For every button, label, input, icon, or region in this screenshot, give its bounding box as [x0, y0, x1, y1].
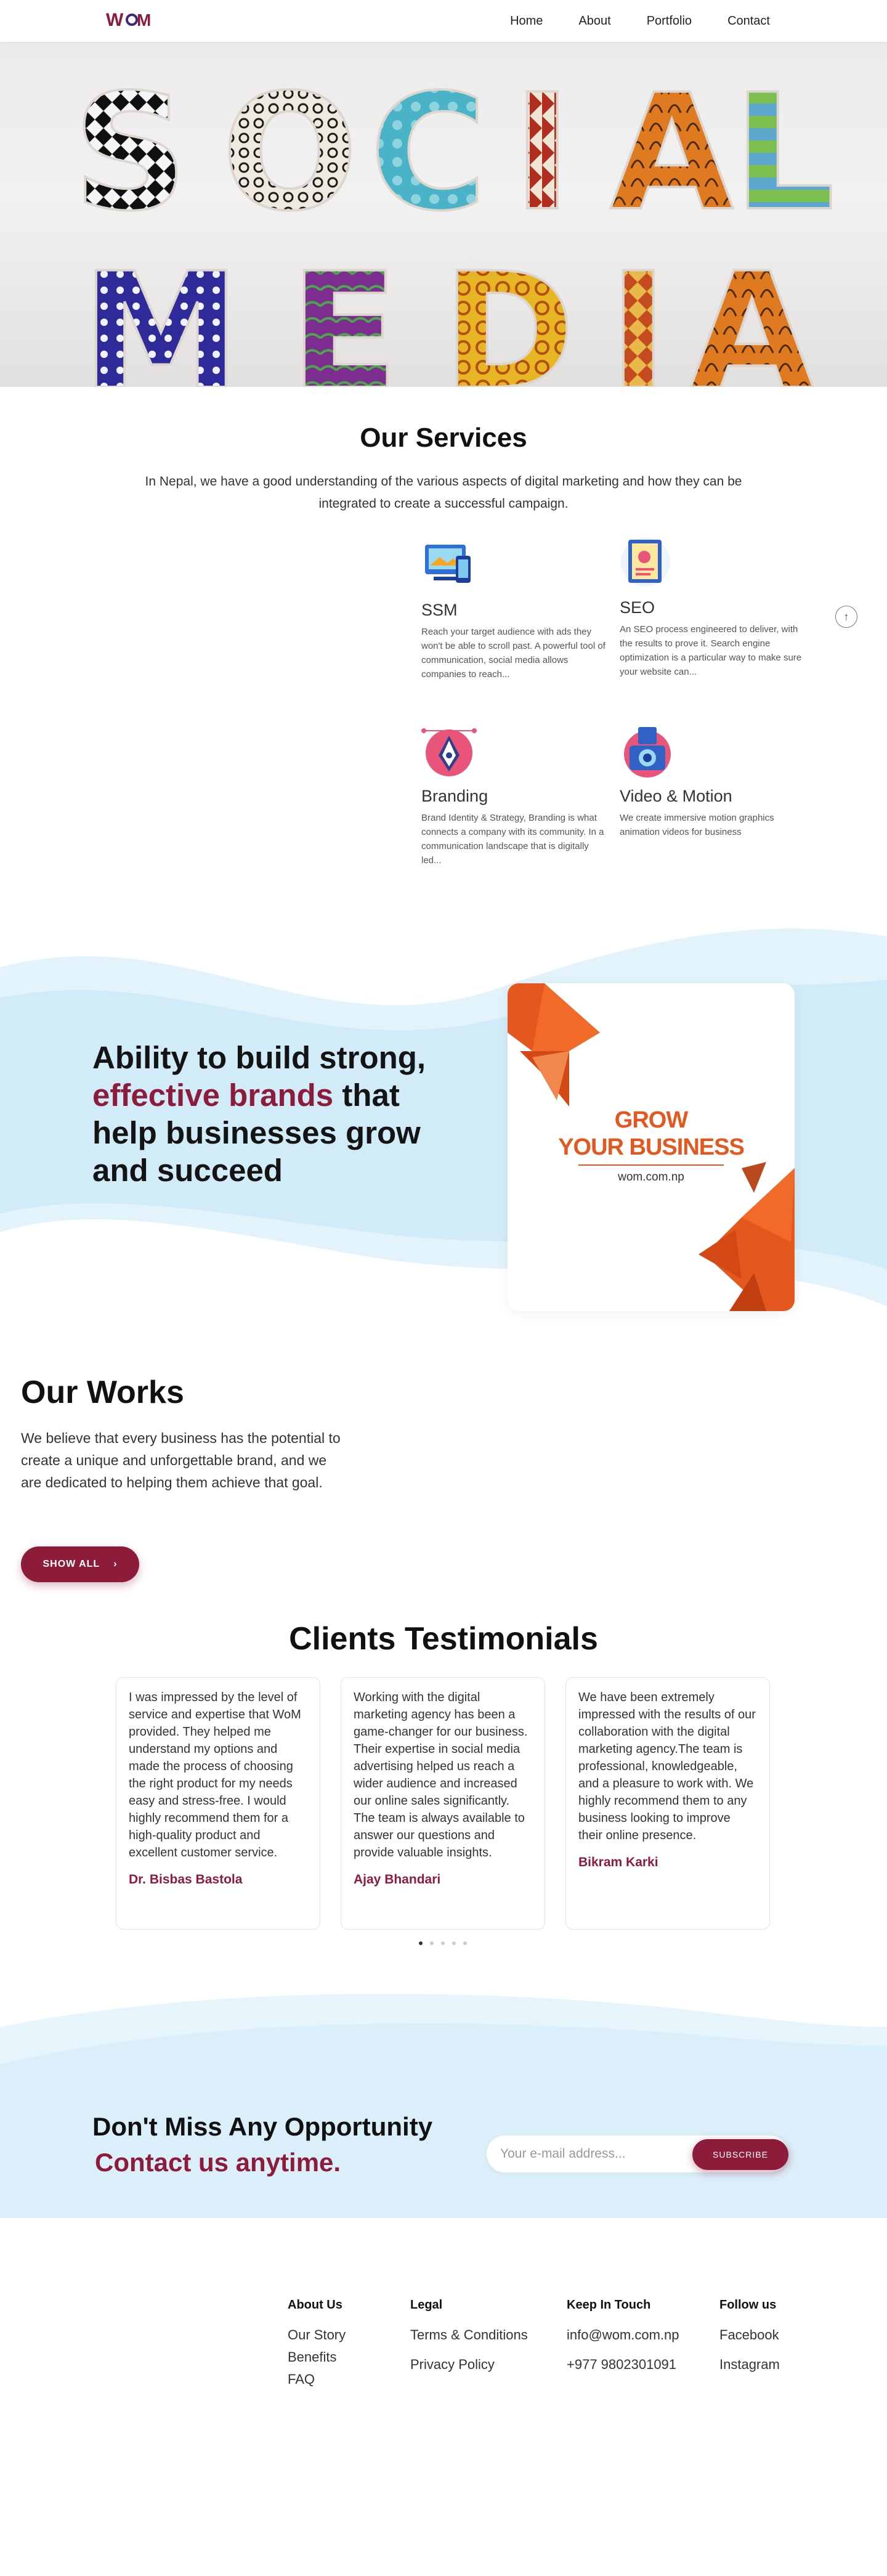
svg-text:O: O — [222, 60, 358, 246]
grow-line1: GROW — [614, 1107, 688, 1133]
social-media-letters-image: S O C I A L M E D I A — [71, 59, 836, 387]
carousel-dot[interactable] — [452, 1941, 456, 1945]
svg-text:A: A — [610, 60, 735, 246]
hero-banner: S O C I A L M E D I A — [0, 42, 887, 387]
search-document-icon — [621, 537, 670, 587]
svg-text:E: E — [290, 239, 399, 387]
services-title: Our Services — [360, 423, 527, 453]
newsletter-heading: Don't Miss Any Opportunity — [92, 2112, 433, 2141]
testimonial-author: Ajay Bhandari — [354, 1872, 441, 1887]
testimonial-card: Working with the digital marketing agenc… — [341, 1677, 545, 1930]
svg-text:C: C — [370, 60, 487, 246]
show-all-button[interactable]: SHOW ALL › — [21, 1546, 139, 1582]
carousel-dot[interactable] — [463, 1941, 467, 1945]
testimonial-card: I was impressed by the level of service … — [116, 1677, 320, 1930]
footer-follow: Follow us Facebook Instagram — [719, 2298, 780, 2379]
testimonials-title: Clients Testimonials — [289, 1621, 598, 1657]
chevron-right-icon: › — [113, 1559, 118, 1569]
svg-text:W: W — [106, 10, 124, 30]
service-branding-title: Branding — [421, 787, 488, 805]
nav-portfolio[interactable]: Portfolio — [647, 14, 692, 28]
monitor-phone-icon — [425, 545, 471, 583]
testimonial-text: We have been extremely impressed with th… — [578, 1691, 756, 1842]
scroll-to-top-button[interactable]: ↑ — [835, 606, 857, 628]
svg-text:S: S — [73, 60, 188, 246]
service-seo-text: An SEO process engineered to deliver, wi… — [620, 624, 802, 677]
footer-link-faq[interactable]: FAQ — [288, 2371, 346, 2387]
email-placeholder: Your e-mail address... — [500, 2147, 626, 2161]
service-seo-title: SEO — [620, 598, 655, 617]
grow-business-card: GROW YOUR BUSINESS wom.com.np — [508, 983, 795, 1311]
pen-tool-icon — [421, 728, 477, 776]
carousel-dots — [419, 1941, 467, 1945]
services-description: In Nepal, we have a good understanding o… — [145, 474, 742, 511]
ability-accent: effective brands — [92, 1078, 334, 1113]
footer-phone-link[interactable]: +977 9802301091 — [567, 2357, 679, 2373]
footer-contact-title: Keep In Touch — [567, 2298, 651, 2312]
nav-about[interactable]: About — [578, 14, 610, 28]
nav-contact[interactable]: Contact — [727, 14, 770, 28]
service-video-text: We create immersive motion graphics anim… — [620, 813, 774, 837]
testimonial-text: I was impressed by the level of service … — [129, 1691, 301, 1859]
service-branding[interactable]: Branding Brand Identity & Strategy, Bran… — [421, 725, 606, 867]
service-seo[interactable]: SEO An SEO process engineered to deliver… — [620, 536, 804, 679]
service-video-title: Video & Motion — [620, 787, 732, 805]
footer-link-facebook[interactable]: Facebook — [719, 2327, 780, 2343]
footer-legal: Legal Terms & Conditions Privacy Policy — [410, 2298, 528, 2379]
newsletter-section — [0, 1990, 887, 2218]
nav-links: Home About Portfolio Contact — [474, 0, 770, 42]
grow-text: GROW YOUR BUSINESS wom.com.np — [508, 1107, 795, 1184]
footer-contact: Keep In Touch info@wom.com.np +977 98023… — [567, 2298, 679, 2379]
ability-heading: Ability to build strong, effective brand… — [92, 1039, 462, 1189]
camera-icon — [624, 727, 671, 778]
svg-text:I: I — [512, 60, 572, 246]
service-video-motion[interactable]: Video & Motion We create immersive motio… — [620, 725, 804, 839]
carousel-dot[interactable] — [441, 1941, 445, 1945]
footer-link-terms[interactable]: Terms & Conditions — [410, 2327, 528, 2343]
carousel-dot[interactable] — [430, 1941, 434, 1945]
works-title: Our Works — [21, 1375, 184, 1410]
subscribe-button[interactable]: SUBSCRIBE — [692, 2139, 788, 2170]
svg-text:M: M — [137, 10, 151, 30]
svg-text:M: M — [81, 239, 241, 387]
top-navbar: W M Home About Portfolio Contact — [0, 0, 887, 42]
svg-text:L: L — [733, 60, 835, 246]
footer-follow-title: Follow us — [719, 2298, 777, 2312]
newsletter-subheading: Contact us anytime. — [95, 2148, 341, 2177]
footer-link-privacy[interactable]: Privacy Policy — [410, 2357, 528, 2373]
newsletter-wave-background — [0, 1994, 887, 2218]
grow-divider — [578, 1164, 724, 1166]
arrow-up-icon: ↑ — [843, 610, 849, 623]
footer-about: About Us Our Story Benefits FAQ — [288, 2298, 346, 2394]
footer-legal-title: Legal — [410, 2298, 443, 2312]
svg-text:I: I — [609, 239, 668, 387]
nav-home[interactable]: Home — [510, 14, 543, 28]
ability-text-1: Ability to build strong, — [92, 1040, 426, 1075]
grow-line2: YOUR BUSINESS — [558, 1134, 745, 1160]
service-ssm-text: Reach your target audience with ads they… — [421, 627, 606, 680]
testimonial-author: Bikram Karki — [578, 1855, 658, 1869]
testimonial-card: We have been extremely impressed with th… — [565, 1677, 770, 1930]
grow-url: wom.com.np — [618, 1171, 684, 1184]
show-all-label: SHOW ALL — [43, 1559, 100, 1569]
service-ssm-title: SSM — [421, 601, 458, 619]
footer-link-benefits[interactable]: Benefits — [288, 2349, 346, 2365]
svg-text:D: D — [442, 239, 575, 387]
wom-logo[interactable]: W M — [105, 7, 154, 32]
carousel-dot[interactable] — [419, 1941, 423, 1945]
footer-email-link[interactable]: info@wom.com.np — [567, 2327, 679, 2343]
footer-link-instagram[interactable]: Instagram — [719, 2357, 780, 2373]
service-branding-text: Brand Identity & Strategy, Branding is w… — [421, 813, 604, 866]
testimonial-author: Dr. Bisbas Bastola — [129, 1872, 243, 1887]
svg-text:A: A — [690, 239, 815, 387]
footer-about-title: About Us — [288, 2298, 342, 2312]
service-ssm[interactable]: SSM Reach your target audience with ads … — [421, 538, 606, 681]
testimonial-text: Working with the digital marketing agenc… — [354, 1691, 528, 1859]
works-description: We believe that every business has the p… — [21, 1430, 341, 1490]
footer-link-our-story[interactable]: Our Story — [288, 2327, 346, 2343]
